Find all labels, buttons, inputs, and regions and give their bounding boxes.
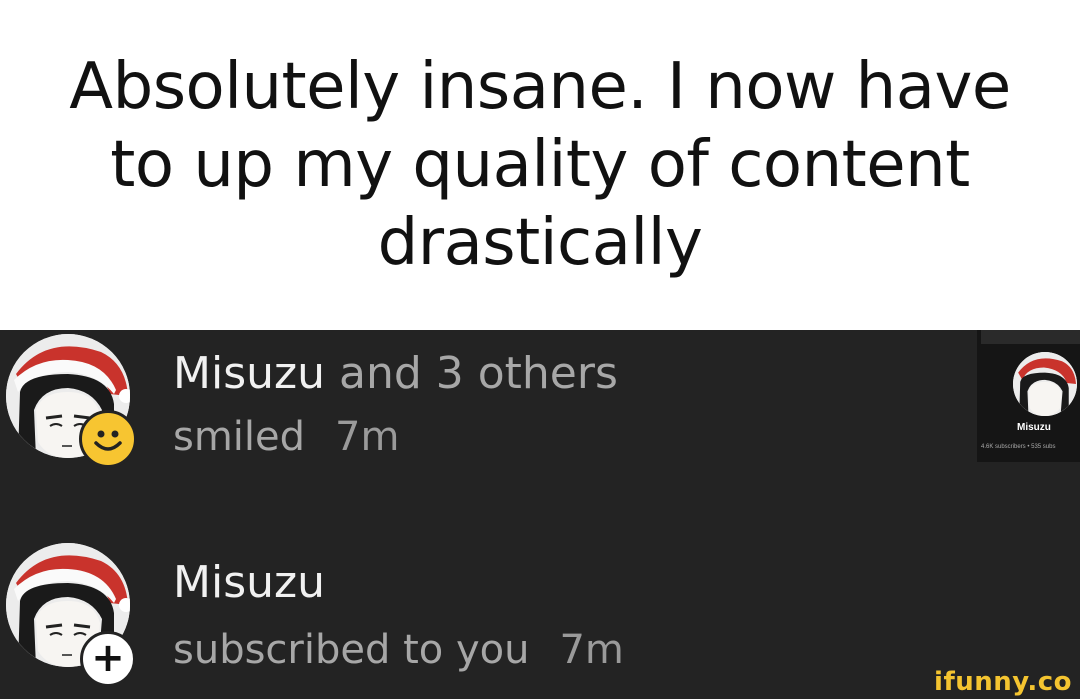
smile-icon xyxy=(94,430,122,451)
notification-subtitle: smiled 7m xyxy=(173,414,399,460)
plus-icon: + xyxy=(80,631,136,687)
thumbnail-stats: 4.6K subscribers • 535 subs xyxy=(981,444,1056,450)
thumbnail-channel-name: Misuzu xyxy=(1017,422,1051,433)
timestamp: 7m xyxy=(335,414,400,460)
caption-text: Absolutely insane. I now have to up my q… xyxy=(69,50,1011,280)
action-text: subscribed to you xyxy=(173,627,530,673)
timestamp: 7m xyxy=(559,627,624,673)
notifications-panel: Misuzu and 3 others smiled 7m Misuzu 4.6K… xyxy=(0,330,1080,699)
notification-item[interactable]: + Misuzu subscribed to you 7m xyxy=(0,535,1080,699)
video-thumbnail[interactable]: Misuzu 4.6K subscribers • 535 subs xyxy=(977,330,1080,462)
actor-name[interactable]: Misuzu xyxy=(173,348,325,399)
smile-badge-icon xyxy=(79,410,137,468)
actor-name[interactable]: Misuzu xyxy=(173,557,325,608)
meme-caption: Absolutely insane. I now have to up my q… xyxy=(0,0,1080,330)
ifunny-watermark: ifunny.co xyxy=(934,667,1072,697)
notification-title: Misuzu and 3 others xyxy=(173,348,618,399)
notification-subtitle: subscribed to you 7m xyxy=(173,627,624,673)
notification-title: Misuzu xyxy=(173,557,325,608)
notification-item[interactable]: Misuzu and 3 others smiled 7m Misuzu 4.6K… xyxy=(0,330,1080,480)
action-text: smiled xyxy=(173,414,306,460)
thumbnail-header xyxy=(981,330,1080,344)
avatar-art-icon xyxy=(1013,352,1077,416)
actor-connector: and 3 others xyxy=(338,348,618,399)
thumbnail-avatar xyxy=(1013,352,1077,416)
